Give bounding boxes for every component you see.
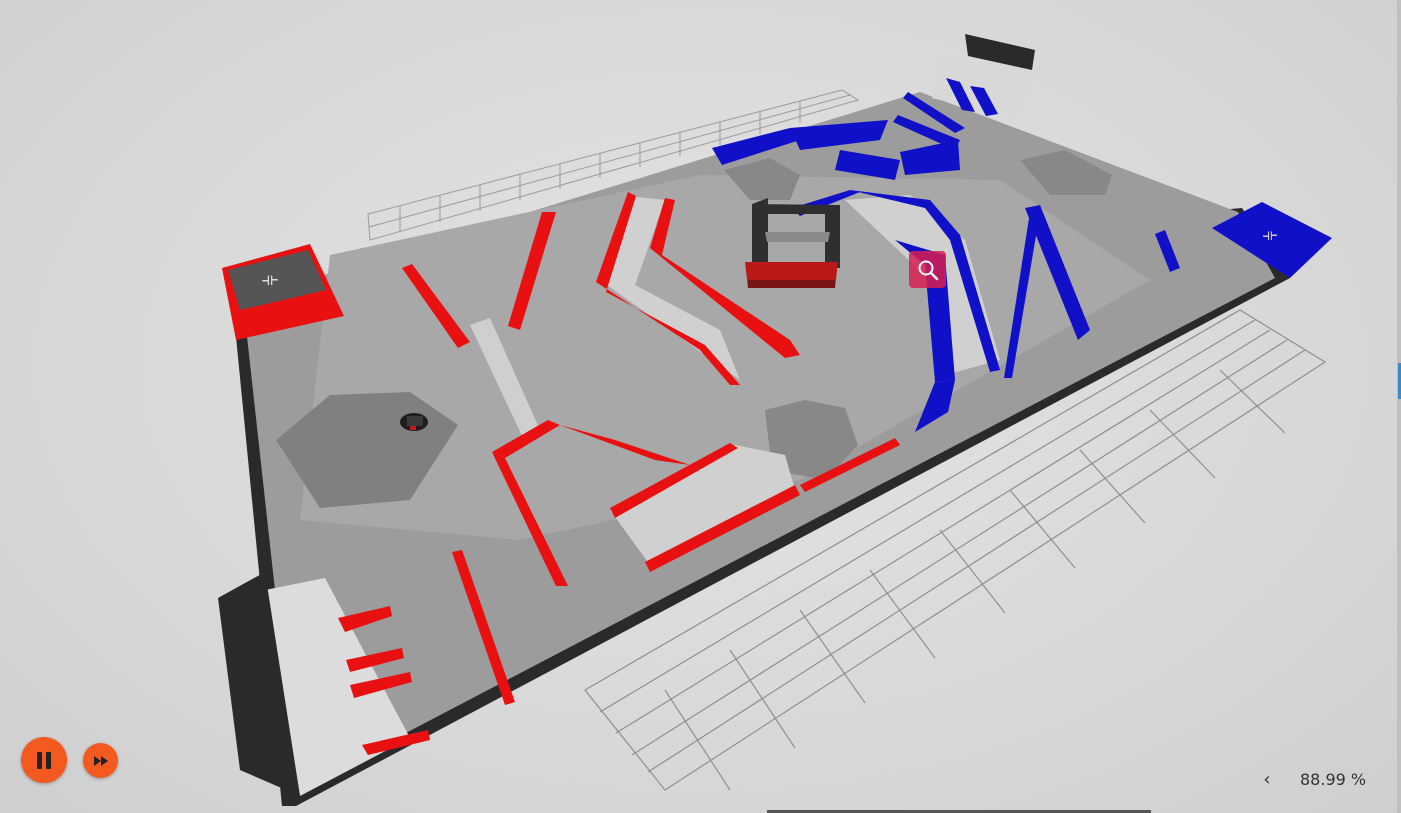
side-panel-edge bbox=[1397, 0, 1401, 813]
pause-icon bbox=[35, 751, 53, 769]
fast-forward-icon bbox=[93, 755, 108, 766]
magnifier-icon bbox=[918, 260, 938, 280]
fast-forward-button[interactable] bbox=[83, 743, 118, 778]
robot[interactable] bbox=[400, 413, 428, 431]
simulation-viewport[interactable]: ⟛ ⟛ ‹ 88.99 % bbox=[0, 0, 1401, 813]
svg-text:⟛: ⟛ bbox=[262, 269, 278, 290]
arena-3d-scene[interactable]: ⟛ ⟛ bbox=[0, 0, 1401, 813]
inspect-search-button[interactable] bbox=[909, 251, 946, 288]
collapse-panel-button[interactable]: ‹ bbox=[1257, 768, 1277, 792]
svg-text:⟛: ⟛ bbox=[1263, 225, 1278, 244]
simulation-speed-readout: 88.99 % bbox=[1300, 770, 1367, 789]
pause-button[interactable] bbox=[21, 737, 67, 783]
